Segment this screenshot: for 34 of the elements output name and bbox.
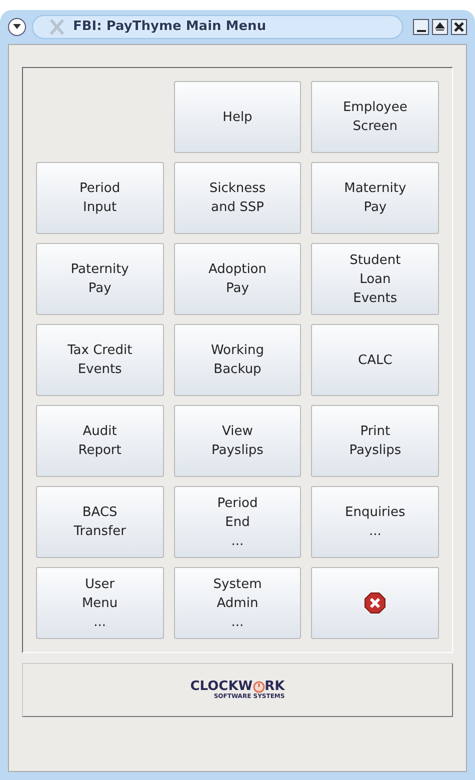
menu-button[interactable]: Working Backup [174,324,302,396]
menu-button[interactable]: Help [174,81,302,153]
menu-button[interactable]: Adoption Pay [174,243,302,315]
exit-button[interactable] [311,567,439,639]
minimize-icon [416,30,426,32]
menu-button[interactable]: Paternity Pay [36,243,164,315]
menu-button[interactable]: Student Loan Events [311,243,439,315]
caret-icon [12,23,22,31]
menu-button[interactable]: Sickness and SSP [174,162,302,234]
window-menu-button[interactable] [8,18,26,36]
menu-button[interactable]: View Payslips [174,405,302,477]
menu-button[interactable]: Period Input [36,162,164,234]
menu-button[interactable]: Audit Report [36,405,164,477]
clock-icon [252,680,265,692]
maximize-button[interactable] [432,19,448,35]
menu-button[interactable]: CALC [311,324,439,396]
menu-button[interactable]: System Admin ... [174,567,302,639]
menu-button[interactable]: User Menu ... [36,567,164,639]
close-icon [364,592,386,614]
menu-button[interactable]: Period End ... [174,486,302,558]
menu-button[interactable]: Print Payslips [311,405,439,477]
menu-button[interactable]: Employee Screen [311,81,439,153]
close-button[interactable] [451,19,467,35]
window-title: FBI: PayThyme Main Menu [73,18,266,36]
close-icon [454,22,464,32]
minimize-button[interactable] [413,19,429,35]
menu-button[interactable]: Maternity Pay [311,162,439,234]
menu-button[interactable]: Enquiries ... [311,486,439,558]
maximize-icon [435,22,445,32]
menu-button[interactable]: Tax Credit Events [36,324,164,396]
logo-text: RK [264,680,285,693]
x-icon [49,19,65,35]
menu-button[interactable]: BACS Transfer [36,486,164,558]
logo-text: CLOCKW [190,680,253,693]
